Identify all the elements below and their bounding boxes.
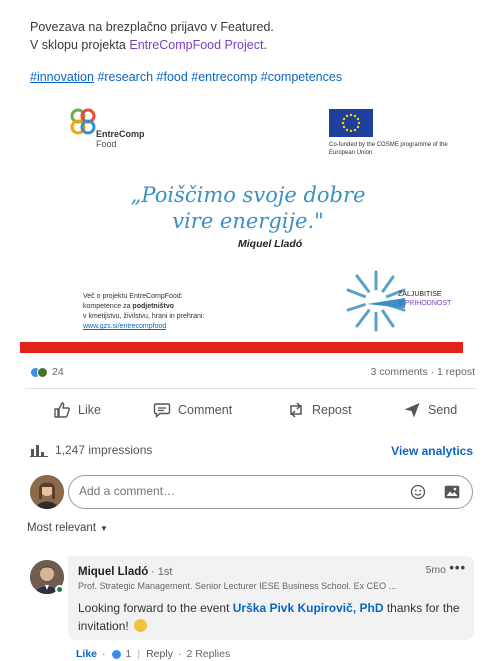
logo-word-2: Food [96, 139, 117, 149]
replies-count[interactable]: 2 Replies [186, 648, 230, 660]
sort-label: Most relevant [27, 522, 97, 534]
comment-button[interactable]: Comment [153, 401, 232, 419]
like-reaction-icon [110, 648, 122, 660]
badge-text: ZALJUBITISE V PRIHODNOST [398, 290, 451, 308]
comment-like-count: 1 [125, 648, 132, 660]
repost-icon [290, 402, 302, 418]
post-image[interactable]: EntreComp Food Co-funded by the COSME pr… [28, 100, 456, 353]
comments-reposts-count[interactable]: 3 comments · 1 repost [371, 366, 475, 378]
eu-flag-icon [329, 109, 373, 137]
sprout-icon [70, 108, 96, 135]
quote-author: Miquel Lladó [238, 238, 303, 250]
mention-link[interactable]: Urška Pivk Kupirovič, PhD [233, 601, 384, 615]
like-label: Like [78, 403, 101, 417]
more-options-icon[interactable]: ••• [449, 560, 466, 575]
impressions-count: 1,247 impressions [55, 443, 153, 457]
reply-button[interactable]: Reply [146, 648, 173, 660]
thumbs-up-icon [54, 402, 70, 418]
image-footer-bar [20, 342, 463, 353]
grinning-emoji-icon [134, 619, 148, 632]
separator: | [137, 648, 141, 660]
emoji-icon[interactable] [410, 484, 426, 500]
social-counts: 24 3 comments · 1 repost [30, 366, 475, 380]
online-status-dot [55, 585, 64, 594]
quote-text: „Poiščimo svoje dobre vire energije." [130, 183, 366, 233]
divider [25, 388, 475, 389]
badge-line-2: V PRIHODNOST [398, 300, 452, 307]
caret-down-icon: ▼ [100, 523, 108, 533]
view-analytics-link[interactable]: View analytics [391, 444, 473, 458]
hashtag-link[interactable]: #innovation [30, 70, 94, 84]
comment-author-headline: Prof. Strategic Management. Senior Lectu… [78, 581, 397, 591]
project-info-line-2: kompetence za podjetništvo [83, 302, 204, 312]
send-label: Send [428, 403, 458, 417]
hashtags: #innovation #research #food #entrecomp #… [30, 70, 342, 84]
repost-label: Repost [312, 403, 352, 417]
project-info-line-3: v kmetijstvu, živilstvu, hrani in prehra… [83, 313, 205, 320]
project-info: Več o projektu EntreCompFood: kompetence… [83, 292, 204, 332]
separator-dot: · [177, 648, 182, 660]
hashtag-link[interactable]: #food [157, 70, 188, 84]
celebrate-reaction-icon [37, 366, 48, 378]
post-text-line-1: Povezava na brezplačno prijavo v Feature… [30, 20, 274, 34]
hashtag-link[interactable]: #competences [261, 70, 342, 84]
bar-chart-icon [30, 445, 48, 457]
comment-actions: Like · 1 | Reply · 2 Replies [76, 648, 230, 660]
comment-author[interactable]: Miquel Lladó [78, 566, 148, 578]
comment-time: 5mo [425, 564, 446, 576]
reactions-summary[interactable]: 24 [30, 366, 64, 378]
reaction-count: 24 [52, 366, 64, 378]
project-info-line-1: Več o projektu EntreCompFood: [83, 293, 183, 300]
comment-composer[interactable] [68, 475, 473, 509]
comment-text: Looking forward to the event Urška Pivk … [78, 599, 468, 635]
post-text-line-2: V sklopu projekta EntreCompFood Project. [30, 36, 460, 54]
post-text: Povezava na brezplačno prijavo v Feature… [30, 18, 460, 54]
avatar[interactable] [30, 475, 64, 509]
comment-input[interactable] [79, 484, 379, 498]
separator-dot: · [102, 648, 106, 660]
send-icon [404, 403, 420, 418]
image-icon[interactable] [444, 485, 460, 499]
project-info-bold: podjetništvo [132, 303, 175, 310]
post-action-bar: Like Comment Repost Send [25, 395, 475, 427]
eu-cofunding-text: Co-funded by the COSME programme of the … [329, 142, 448, 156]
comment: Miquel Lladó · 1st 5mo ••• Prof. Strateg… [68, 556, 474, 640]
user-photo-icon [30, 475, 64, 509]
entrecompfood-logo: EntreComp Food [68, 107, 148, 155]
impressions: 1,247 impressions [30, 443, 152, 457]
repost-button[interactable]: Repost [287, 401, 352, 419]
project-url: www.gzs.si/entrecompfood [83, 323, 167, 330]
comment-like-button[interactable]: Like [76, 648, 97, 660]
badge-line-1: ZALJUBITISE [398, 291, 442, 298]
project-info-prefix: kompetence za [83, 303, 133, 310]
connection-degree: · 1st [151, 566, 173, 578]
project-link[interactable]: EntreCompFood Project [129, 38, 263, 52]
hashtag-link[interactable]: #research [97, 70, 153, 84]
comment-label: Comment [178, 403, 233, 417]
post-text-prefix: V sklopu projekta [30, 38, 130, 52]
sort-dropdown[interactable]: Most relevant ▼ [27, 522, 108, 534]
hashtag-link[interactable]: #entrecomp [191, 70, 257, 84]
comment-text-prefix: Looking forward to the event [78, 601, 233, 615]
send-button[interactable]: Send [403, 401, 457, 419]
post-text-suffix: . [263, 38, 267, 52]
comment-icon [153, 403, 171, 419]
like-button[interactable]: Like [53, 401, 101, 419]
logo-word-1: EntreComp [96, 129, 145, 139]
